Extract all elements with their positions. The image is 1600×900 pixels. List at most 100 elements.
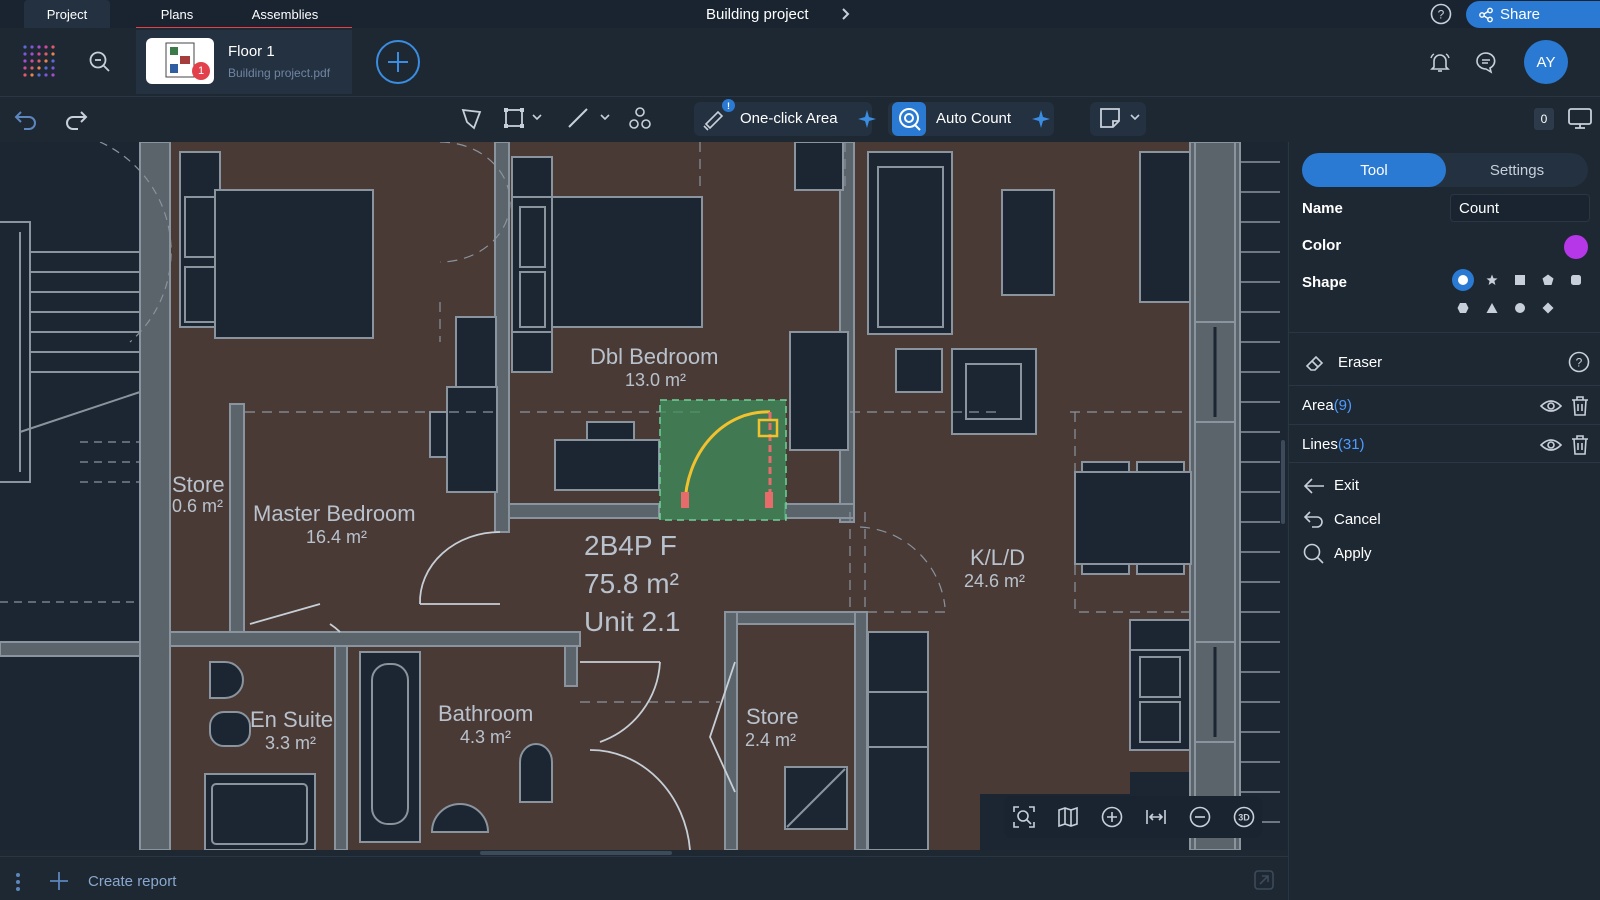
comments-icon[interactable] bbox=[1474, 50, 1498, 74]
zoom-toolbar: 3D bbox=[1004, 796, 1262, 838]
undo-arrow-icon[interactable] bbox=[1302, 508, 1326, 530]
horizontal-scrollbar[interactable] bbox=[480, 851, 672, 855]
count-tool-icon[interactable] bbox=[626, 104, 654, 132]
tab-plans[interactable]: Plans bbox=[136, 0, 218, 28]
apps-grid-icon[interactable] bbox=[22, 44, 56, 78]
plan-filename: Building project.pdf bbox=[228, 66, 331, 80]
area-label: Area bbox=[1302, 397, 1334, 414]
user-avatar[interactable]: AY bbox=[1524, 40, 1568, 84]
auto-count-label: Auto Count bbox=[936, 110, 1012, 127]
lines-layer-row[interactable]: Lines(31) bbox=[1302, 436, 1365, 453]
plan-file-card[interactable]: 1 Floor 1 Building project.pdf bbox=[136, 30, 352, 94]
area-count: (9) bbox=[1333, 397, 1353, 414]
vertical-scrollbar[interactable] bbox=[1281, 440, 1285, 524]
redo-icon[interactable] bbox=[62, 104, 90, 132]
zoom-out-icon[interactable] bbox=[1188, 805, 1212, 829]
3d-view-icon[interactable]: 3D bbox=[1232, 805, 1256, 829]
search-zoom-icon[interactable] bbox=[88, 50, 112, 74]
room-area: 16.4 m² bbox=[306, 527, 368, 547]
unit-type: 2B4P F bbox=[584, 530, 677, 561]
polygon-area-icon[interactable] bbox=[458, 104, 486, 132]
room-name: Store bbox=[746, 704, 799, 729]
project-title[interactable]: Building project bbox=[706, 6, 809, 23]
help-icon[interactable]: ? bbox=[1568, 351, 1590, 373]
fit-width-icon[interactable] bbox=[1144, 805, 1168, 829]
divider bbox=[1288, 385, 1600, 386]
shape-rounded-square-option[interactable] bbox=[1565, 269, 1587, 291]
chevron-down-icon[interactable] bbox=[1128, 110, 1142, 124]
sticky-note-icon bbox=[1100, 108, 1120, 128]
notification-bell-icon[interactable] bbox=[1428, 50, 1452, 74]
add-plan-button[interactable] bbox=[376, 40, 420, 84]
shape-square-option[interactable] bbox=[1509, 269, 1531, 291]
auto-count-active bbox=[892, 102, 926, 136]
shape-circle-option[interactable] bbox=[1452, 269, 1474, 291]
new-feature-badge: ! bbox=[722, 99, 735, 112]
share-icon bbox=[1479, 7, 1493, 23]
shape-circle-option[interactable] bbox=[1509, 297, 1531, 319]
exit-button[interactable]: Exit bbox=[1334, 477, 1359, 494]
tab-project[interactable]: Project bbox=[24, 0, 110, 28]
tab-settings[interactable]: Settings bbox=[1446, 153, 1588, 187]
map-icon[interactable] bbox=[1056, 805, 1080, 829]
chevron-down-icon[interactable] bbox=[530, 110, 544, 124]
lines-label: Lines bbox=[1302, 436, 1338, 453]
lines-count: (31) bbox=[1337, 436, 1365, 453]
tab-assemblies[interactable]: Assemblies bbox=[218, 0, 352, 28]
display-icon[interactable] bbox=[1566, 104, 1594, 132]
shape-triangle-option[interactable] bbox=[1481, 297, 1503, 319]
svg-text:?: ? bbox=[1576, 356, 1583, 370]
shape-star-option[interactable] bbox=[1481, 269, 1503, 291]
divider bbox=[1288, 424, 1600, 425]
room-area: 13.0 m² bbox=[625, 370, 687, 390]
line-tool-icon[interactable] bbox=[564, 104, 592, 132]
color-swatch[interactable] bbox=[1564, 235, 1588, 259]
share-button[interactable]: Share bbox=[1466, 1, 1600, 28]
plus-icon[interactable] bbox=[48, 870, 70, 892]
chevron-down-icon[interactable] bbox=[598, 110, 612, 124]
rectangle-tool-icon[interactable] bbox=[500, 104, 528, 132]
plus-icon bbox=[388, 52, 408, 72]
name-input[interactable] bbox=[1450, 194, 1590, 222]
room-name: K/L/D bbox=[970, 545, 1026, 570]
undo-icon[interactable] bbox=[12, 104, 40, 132]
eye-icon[interactable] bbox=[1540, 398, 1562, 414]
svg-text:?: ? bbox=[1438, 8, 1445, 22]
room-name: Bathroom bbox=[438, 701, 534, 726]
more-options-icon[interactable] bbox=[14, 872, 22, 892]
tab-tool[interactable]: Tool bbox=[1302, 153, 1446, 187]
help-icon[interactable]: ? bbox=[1430, 3, 1452, 25]
shape-diamond-option[interactable] bbox=[1537, 297, 1559, 319]
shape-pentagon-option[interactable] bbox=[1537, 269, 1559, 291]
eraser-icon[interactable] bbox=[1304, 352, 1326, 374]
auto-count-icon bbox=[899, 108, 921, 131]
shape-hexagon-option[interactable] bbox=[1452, 297, 1474, 319]
divider bbox=[1288, 462, 1600, 463]
sparkle-icon bbox=[1032, 110, 1050, 128]
one-click-area-label: One-click Area bbox=[740, 110, 838, 127]
zoom-to-fit-icon[interactable] bbox=[1012, 805, 1036, 829]
zoom-in-icon[interactable] bbox=[1100, 805, 1124, 829]
room-name: En Suite bbox=[250, 707, 334, 732]
trash-icon[interactable] bbox=[1570, 395, 1590, 417]
search-icon[interactable] bbox=[1302, 542, 1326, 564]
create-report-link[interactable]: Create report bbox=[88, 873, 176, 890]
room-area: 4.3 m² bbox=[460, 727, 512, 747]
apply-button[interactable]: Apply bbox=[1334, 545, 1372, 562]
sparkle-icon bbox=[858, 110, 876, 128]
color-label: Color bbox=[1302, 237, 1342, 254]
arrow-left-icon[interactable] bbox=[1302, 475, 1326, 497]
trash-icon[interactable] bbox=[1570, 434, 1590, 456]
bottom-bar bbox=[0, 856, 1288, 900]
shape-label: Shape bbox=[1302, 274, 1348, 291]
share-label: Share bbox=[1500, 6, 1541, 23]
expand-panel-icon[interactable] bbox=[1252, 868, 1276, 892]
eraser-label[interactable]: Eraser bbox=[1338, 354, 1382, 371]
measurement-counter: 0 bbox=[1534, 108, 1554, 130]
room-area: 2.4 m² bbox=[745, 730, 797, 750]
room-area: 0.6 m² bbox=[172, 496, 224, 516]
area-layer-row[interactable]: Area(9) bbox=[1302, 397, 1352, 414]
eye-icon[interactable] bbox=[1540, 437, 1562, 453]
cancel-button[interactable]: Cancel bbox=[1334, 511, 1381, 528]
chevron-right-icon[interactable] bbox=[834, 3, 856, 25]
